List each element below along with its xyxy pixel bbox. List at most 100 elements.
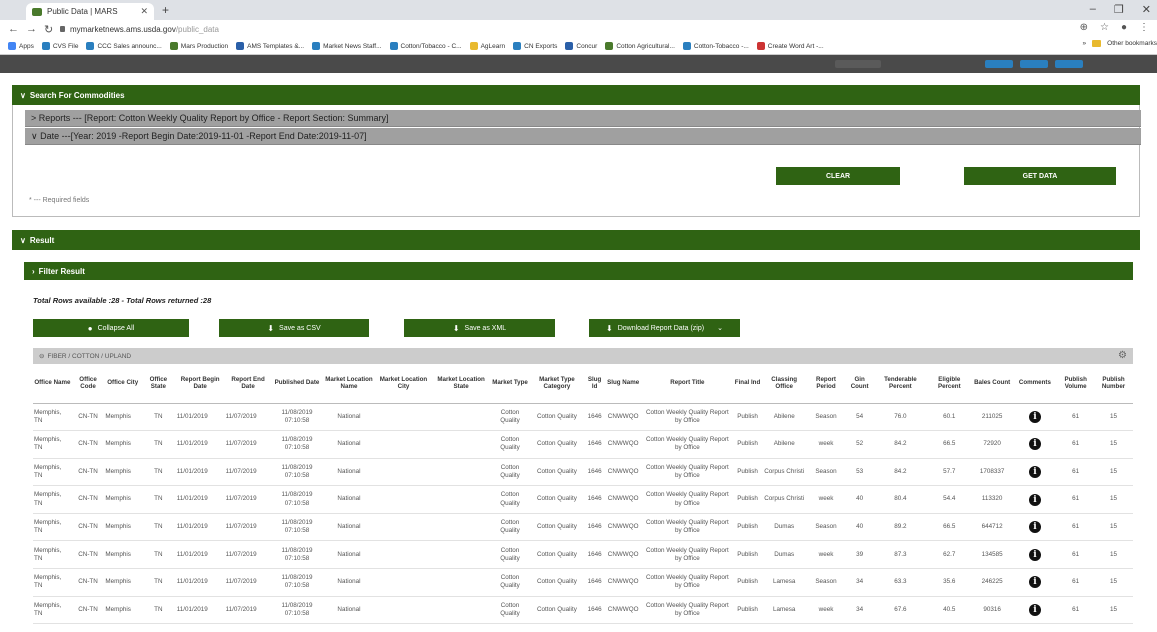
page-content: ∨ Search For Commodities > Reports --- […: [0, 55, 1157, 632]
column-header[interactable]: Market Location State: [431, 364, 491, 404]
bookmark-icon: [236, 42, 245, 50]
info-icon[interactable]: i: [1028, 410, 1041, 423]
profile-icon[interactable]: ●: [1121, 22, 1127, 33]
get-data-button[interactable]: GET DATA: [964, 167, 1116, 185]
zoom-icon[interactable]: ⊕: [1080, 22, 1088, 33]
table-cell: 39: [845, 540, 874, 570]
column-header[interactable]: Office Code: [71, 364, 105, 404]
bookmark-item[interactable]: Cotton-Tobacco -...: [682, 42, 749, 50]
comments-info-icon[interactable]: i: [1012, 485, 1058, 514]
menu-icon[interactable]: ⋮: [1139, 22, 1149, 33]
bookmark-item[interactable]: Mars Production: [169, 42, 228, 50]
column-header[interactable]: Comments: [1012, 364, 1058, 404]
comments-info-icon[interactable]: i: [1012, 458, 1058, 487]
info-icon[interactable]: i: [1028, 438, 1041, 451]
search-commodities-header[interactable]: ∨ Search For Commodities: [12, 85, 1140, 105]
comments-info-icon[interactable]: i: [1012, 430, 1058, 459]
reports-accordion[interactable]: > Reports --- [Report: Cotton Weekly Qua…: [25, 110, 1141, 127]
column-header[interactable]: Publish Volume: [1057, 364, 1095, 404]
column-header[interactable]: Publish Number: [1094, 364, 1133, 404]
group-title-bar[interactable]: ⊖ FIBER / COTTON / UPLAND ⚙: [33, 348, 1133, 364]
bookmark-item[interactable]: AgLearn: [469, 42, 505, 50]
close-tab-icon[interactable]: ✕: [140, 6, 148, 17]
bookmark-label: Apps: [19, 42, 34, 50]
table-cell: Cotton Quality: [529, 540, 585, 570]
bookmark-item[interactable]: Create Word Art -...: [756, 42, 824, 50]
reload-icon[interactable]: ↻: [44, 23, 54, 36]
bookmark-item[interactable]: Concur: [565, 42, 597, 50]
save-xml-button[interactable]: ⬇ Save as XML: [404, 319, 555, 337]
info-icon[interactable]: i: [1028, 548, 1041, 561]
result-header[interactable]: ∨ Result: [12, 230, 1140, 250]
table-cell: Cotton Quality: [490, 596, 530, 625]
back-icon[interactable]: ←: [8, 23, 19, 35]
bookmark-icon: [86, 42, 95, 50]
table-cell: 113320: [971, 485, 1013, 514]
column-header[interactable]: Market Type: [490, 364, 530, 404]
column-header[interactable]: Final Ind: [733, 364, 762, 404]
column-header[interactable]: Slug Id: [584, 364, 605, 404]
comments-info-icon[interactable]: i: [1012, 403, 1058, 432]
more-bookmarks-icon[interactable]: »: [1083, 40, 1087, 47]
bookmark-item[interactable]: CVS File: [41, 42, 78, 50]
column-header[interactable]: Market Type Category: [529, 364, 585, 404]
gear-icon[interactable]: ⚙: [1118, 350, 1127, 361]
column-header[interactable]: Tenderable Percent: [873, 364, 927, 404]
save-csv-button[interactable]: ⬇ Save as CSV: [219, 319, 369, 337]
restore-icon[interactable]: ❐: [1114, 3, 1124, 16]
table-cell: 11/01/2019: [175, 430, 225, 459]
filter-result-header[interactable]: › Filter Result: [24, 262, 1133, 280]
column-header[interactable]: Published Date: [271, 364, 323, 404]
new-tab-icon[interactable]: +: [162, 3, 169, 17]
column-header[interactable]: Office Name: [33, 364, 72, 404]
table-cell: 11/01/2019: [175, 596, 225, 625]
column-header[interactable]: Report Begin Date: [175, 364, 225, 404]
date-accordion[interactable]: ∨ Date ---[Year: 2019 -Report Begin Date…: [25, 128, 1141, 145]
column-header[interactable]: Classing Office: [761, 364, 807, 404]
forward-icon[interactable]: →: [26, 23, 37, 35]
bookmark-item[interactable]: Cotton/Tobacco - C...: [389, 42, 462, 50]
info-icon[interactable]: i: [1028, 576, 1041, 589]
comments-info-icon[interactable]: i: [1012, 568, 1058, 597]
table-cell: 61: [1057, 596, 1095, 625]
browser-tab[interactable]: Public Data | MARS ✕: [26, 3, 154, 20]
url-field[interactable]: mymarketnews.ams.usda.gov/public_data: [60, 22, 1090, 36]
bookmark-item[interactable]: CN Exports: [513, 42, 557, 50]
info-icon[interactable]: i: [1028, 521, 1041, 534]
other-bookmarks-label[interactable]: Other bookmarks: [1107, 40, 1157, 47]
comments-info-icon[interactable]: i: [1012, 596, 1058, 625]
column-header[interactable]: Report Title: [641, 364, 734, 404]
column-header[interactable]: Eligible Percent: [926, 364, 972, 404]
column-header[interactable]: Report Period: [806, 364, 846, 404]
info-icon[interactable]: i: [1028, 493, 1041, 506]
table-cell: Memphis: [104, 513, 142, 542]
column-header[interactable]: Gin Count: [845, 364, 874, 404]
table-cell: National: [322, 540, 376, 570]
minimize-icon[interactable]: –: [1090, 3, 1096, 16]
bookmark-label: Market News Staff...: [323, 42, 382, 50]
info-icon[interactable]: i: [1028, 603, 1041, 616]
column-header[interactable]: Bales Count: [971, 364, 1013, 404]
column-header[interactable]: Market Location City: [375, 364, 432, 404]
comments-info-icon[interactable]: i: [1012, 540, 1058, 570]
column-header[interactable]: Office City: [104, 364, 142, 404]
bookmark-item[interactable]: Cotton Agricultural...: [605, 42, 675, 50]
close-window-icon[interactable]: ✕: [1142, 3, 1151, 16]
collapse-all-button[interactable]: ● Collapse All: [33, 319, 189, 337]
column-header[interactable]: Slug Name: [604, 364, 642, 404]
table-cell: [431, 485, 491, 514]
column-header[interactable]: Office State: [141, 364, 176, 404]
table-cell: 11/01/2019: [175, 540, 225, 570]
comments-info-icon[interactable]: i: [1012, 513, 1058, 542]
column-header[interactable]: Market Location Name: [322, 364, 376, 404]
star-icon[interactable]: ☆: [1100, 22, 1109, 33]
column-header[interactable]: Report End Date: [224, 364, 272, 404]
download-zip-button[interactable]: ⬇ Download Report Data (zip) ⌄: [589, 319, 740, 337]
collapse-group-icon[interactable]: ⊖: [39, 352, 44, 360]
info-icon[interactable]: i: [1028, 465, 1041, 478]
clear-button[interactable]: CLEAR: [776, 167, 900, 185]
bookmark-item[interactable]: Market News Staff...: [312, 42, 382, 50]
bookmark-item[interactable]: AMS Templates &...: [236, 42, 304, 50]
bookmark-item[interactable]: Apps: [8, 42, 34, 50]
bookmark-item[interactable]: CCC Sales announc...: [86, 42, 162, 50]
